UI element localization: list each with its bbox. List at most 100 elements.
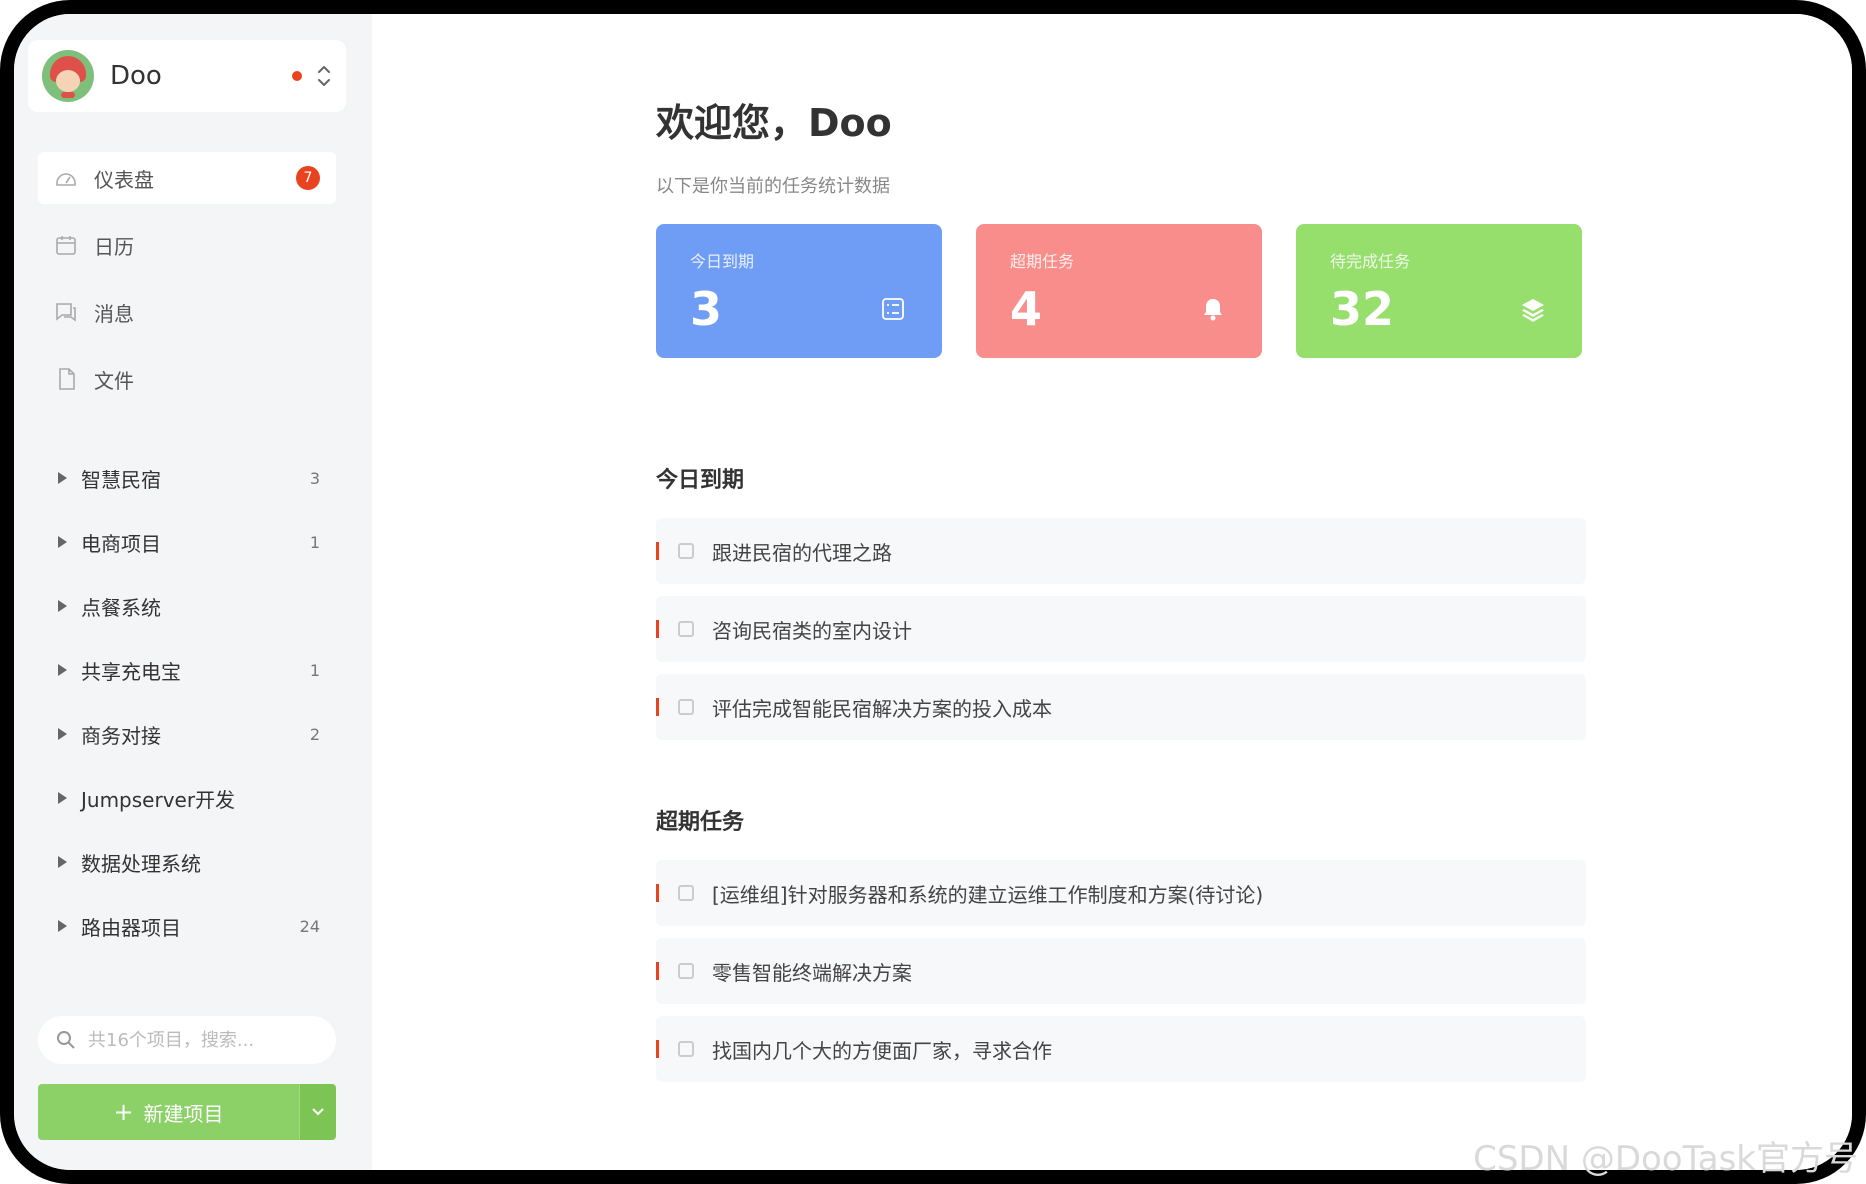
project-item[interactable]: Jumpserver开发	[38, 766, 336, 830]
task-item[interactable]: 咨询民宿类的室内设计	[656, 596, 1586, 662]
task-title: 零售智能终端解决方案	[712, 960, 912, 985]
task-item[interactable]: [运维组]针对服务器和系统的建立运维工作制度和方案(待讨论)	[656, 860, 1586, 926]
page-title: 欢迎您，Doo	[656, 101, 892, 145]
project-search[interactable]	[38, 1016, 336, 1064]
new-project-dropdown[interactable]	[299, 1084, 336, 1140]
project-name: 电商项目	[81, 531, 161, 556]
overdue-list: [运维组]针对服务器和系统的建立运维工作制度和方案(待讨论) 零售智能终端解决方…	[656, 860, 1586, 1094]
chevron-up-down-icon[interactable]	[316, 63, 332, 89]
avatar	[42, 50, 94, 102]
project-item[interactable]: 商务对接 2	[38, 702, 336, 766]
expand-arrow-icon[interactable]	[58, 536, 67, 548]
stats-row: 今日到期 3 超期任务 4 待完成任务 32	[656, 224, 1586, 358]
project-name: 商务对接	[81, 723, 161, 748]
section-title-due-today: 今日到期	[656, 468, 745, 493]
project-name: 智慧民宿	[81, 467, 161, 492]
task-checkbox[interactable]	[678, 963, 694, 979]
task-title: 跟进民宿的代理之路	[712, 540, 892, 565]
nav-label: 日历	[94, 234, 134, 259]
project-name: 数据处理系统	[81, 851, 201, 876]
priority-bar	[656, 962, 659, 980]
expand-arrow-icon[interactable]	[58, 792, 67, 804]
stat-label: 今日到期	[690, 252, 755, 271]
project-count: 1	[309, 660, 320, 680]
task-checkbox[interactable]	[678, 885, 694, 901]
task-item[interactable]: 零售智能终端解决方案	[656, 938, 1586, 1004]
project-list: 智慧民宿 3 电商项目 1 点餐系统 共享充电宝 1 商务对接 2 Jumpserver…	[38, 446, 336, 958]
checklist-icon	[882, 298, 904, 320]
dashboard-icon	[56, 173, 76, 186]
expand-arrow-icon[interactable]	[58, 728, 67, 740]
project-name: 路由器项目	[81, 915, 181, 940]
expand-arrow-icon[interactable]	[58, 472, 67, 484]
project-count: 2	[309, 724, 320, 744]
nav-label: 仪表盘	[94, 167, 154, 192]
new-project-button-group: + 新建项目	[38, 1084, 336, 1140]
stat-label: 超期任务	[1010, 252, 1075, 271]
stat-card-pending[interactable]: 待完成任务 32	[1296, 224, 1582, 358]
expand-arrow-icon[interactable]	[58, 856, 67, 868]
stat-card-overdue[interactable]: 超期任务 4	[976, 224, 1262, 358]
task-checkbox[interactable]	[678, 1041, 694, 1057]
device-frame: Doo 仪表盘 7 日历 消息 文件 智慧民宿 3 电商项目 1 点餐系统 共享…	[0, 0, 1866, 1184]
file-icon	[59, 368, 75, 390]
main-nav: 仪表盘 7 日历 消息 文件	[38, 152, 336, 420]
task-title: 咨询民宿类的室内设计	[712, 618, 912, 643]
user-switcher[interactable]: Doo	[28, 40, 346, 112]
search-icon	[57, 1031, 75, 1049]
project-count: 3	[309, 468, 320, 488]
project-item[interactable]: 智慧民宿 3	[38, 446, 336, 510]
user-name: Doo	[110, 61, 162, 91]
stat-card-due-today[interactable]: 今日到期 3	[656, 224, 942, 358]
expand-arrow-icon[interactable]	[58, 920, 67, 932]
task-title: [运维组]针对服务器和系统的建立运维工作制度和方案(待讨论)	[712, 882, 1264, 907]
nav-item-files[interactable]: 文件	[38, 353, 336, 405]
nav-label: 消息	[94, 301, 134, 326]
calendar-icon	[56, 236, 76, 255]
message-icon	[56, 303, 76, 322]
chevron-down-icon	[312, 1108, 324, 1116]
task-checkbox[interactable]	[678, 621, 694, 637]
watermark: CSDN @DooTask官方号	[1473, 1139, 1858, 1179]
task-checkbox[interactable]	[678, 543, 694, 559]
search-input[interactable]	[86, 1028, 310, 1052]
expand-arrow-icon[interactable]	[58, 664, 67, 676]
priority-bar	[656, 620, 659, 638]
task-title: 评估完成智能民宿解决方案的投入成本	[712, 696, 1052, 721]
dashboard-badge: 7	[296, 166, 320, 190]
new-project-button[interactable]: + 新建项目	[38, 1084, 299, 1140]
project-name: Jumpserver开发	[81, 787, 236, 812]
plus-icon: +	[113, 1098, 134, 1126]
page-subtitle: 以下是你当前的任务统计数据	[656, 176, 890, 197]
sidebar: Doo 仪表盘 7 日历 消息 文件 智慧民宿 3 电商项目 1 点餐系统 共享…	[14, 14, 372, 1170]
priority-bar	[656, 542, 659, 560]
nav-label: 文件	[94, 368, 134, 393]
app-screen: Doo 仪表盘 7 日历 消息 文件 智慧民宿 3 电商项目 1 点餐系统 共享…	[14, 14, 1852, 1170]
nav-item-calendar[interactable]: 日历	[38, 219, 336, 271]
priority-bar	[656, 884, 659, 902]
task-title: 找国内几个大的方便面厂家，寻求合作	[712, 1038, 1052, 1063]
nav-item-dashboard[interactable]: 仪表盘 7	[38, 152, 336, 204]
stat-value: 32	[1330, 282, 1395, 336]
project-item[interactable]: 路由器项目 24	[38, 894, 336, 958]
project-count: 1	[309, 532, 320, 552]
task-item[interactable]: 跟进民宿的代理之路	[656, 518, 1586, 584]
stat-value: 4	[1010, 282, 1043, 336]
project-item[interactable]: 共享充电宝 1	[38, 638, 336, 702]
project-count: 24	[299, 916, 320, 936]
section-title-overdue: 超期任务	[656, 810, 745, 835]
due-today-list: 跟进民宿的代理之路 咨询民宿类的室内设计 评估完成智能民宿解决方案的投入成本	[656, 518, 1586, 752]
task-item[interactable]: 评估完成智能民宿解决方案的投入成本	[656, 674, 1586, 740]
project-name: 点餐系统	[81, 595, 161, 620]
nav-item-messages[interactable]: 消息	[38, 286, 336, 338]
task-checkbox[interactable]	[678, 699, 694, 715]
project-item[interactable]: 点餐系统	[38, 574, 336, 638]
project-name: 共享充电宝	[81, 659, 181, 684]
task-item[interactable]: 找国内几个大的方便面厂家，寻求合作	[656, 1016, 1586, 1082]
priority-bar	[656, 698, 659, 716]
project-item[interactable]: 电商项目 1	[38, 510, 336, 574]
expand-arrow-icon[interactable]	[58, 600, 67, 612]
project-item[interactable]: 数据处理系统	[38, 830, 336, 894]
stat-value: 3	[690, 282, 723, 336]
new-project-label: 新建项目	[143, 1101, 224, 1126]
